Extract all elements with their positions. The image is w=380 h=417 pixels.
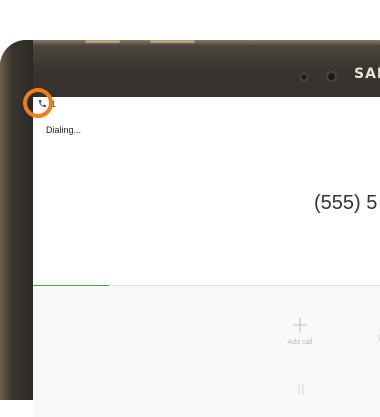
- highlight-circle: [23, 88, 53, 118]
- pause-icon: II: [297, 383, 305, 398]
- hold-button[interactable]: II: [291, 380, 311, 402]
- add-call-label: Add call: [287, 339, 313, 346]
- volume-label: V: [377, 335, 380, 342]
- brand-logo: SAM: [354, 66, 380, 82]
- front-camera: [326, 71, 337, 82]
- status-bar: 1: [33, 97, 380, 111]
- power-button: [150, 40, 195, 43]
- plus-icon: +: [290, 313, 310, 338]
- dialed-number: (555) 5: [314, 192, 378, 214]
- volume-button-control[interactable]: V: [370, 333, 380, 342]
- volume-button: [85, 40, 120, 43]
- call-controls-panel: + Add call V II: [33, 286, 380, 417]
- tablet-top-bezel: [0, 40, 380, 97]
- call-screen: 1 Dialing... (555) 5 + Add call V II: [33, 97, 380, 417]
- add-call-button[interactable]: + Add call: [280, 313, 320, 347]
- call-state-label: Dialing...: [46, 125, 82, 135]
- light-sensor: [300, 73, 308, 81]
